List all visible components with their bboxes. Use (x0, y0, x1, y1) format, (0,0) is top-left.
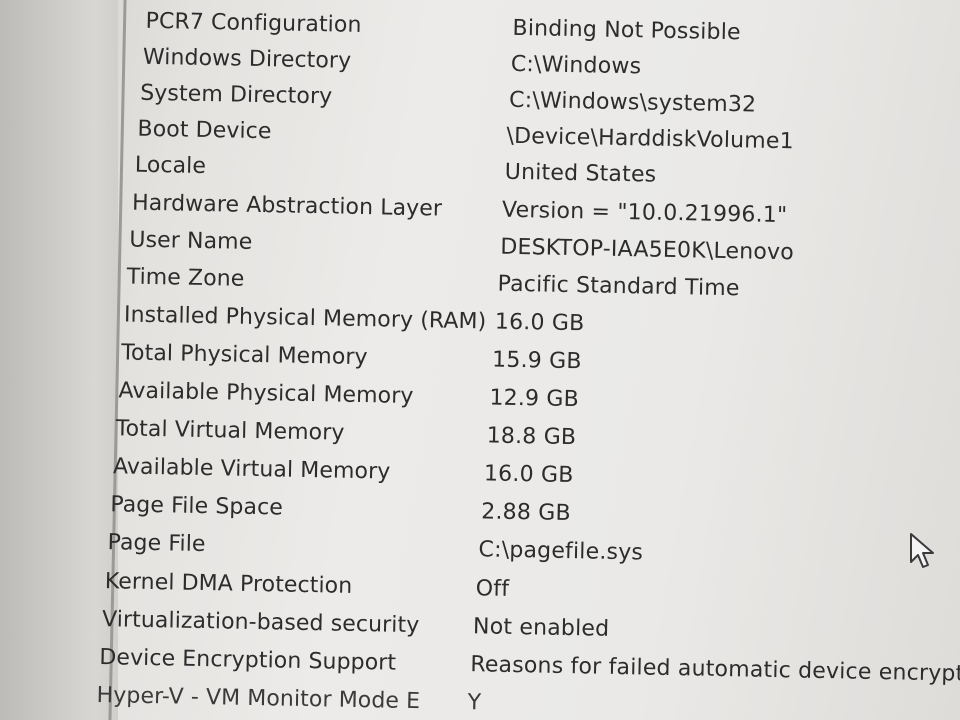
item-value: United States (504, 159, 657, 188)
item-value: DESKTOP-IAA5E0K\Lenovo (500, 234, 795, 266)
item-label: Time Zone (126, 264, 245, 292)
item-value: Version = "10.0.21996.1" (501, 197, 788, 229)
item-label: Virtualization-based security (101, 607, 420, 639)
item-value: \Device\HarddiskVolume1 (506, 123, 795, 155)
mouse-pointer-icon (910, 533, 934, 568)
item-label: Kernel DMA Protection (104, 569, 353, 599)
system-information-window: PCR7 Configuration Binding Not Possible … (0, 0, 960, 720)
item-value: C:\pagefile.sys (478, 537, 644, 566)
item-label: Boot Device (137, 116, 272, 145)
item-label: Page File Space (110, 492, 284, 521)
item-value: Y (467, 690, 482, 716)
item-label: Total Physical Memory (121, 340, 368, 371)
item-value: Off (475, 576, 510, 602)
item-label: Hardware Abstraction Layer (131, 190, 443, 222)
item-value: C:\Windows\system32 (508, 87, 757, 118)
item-value: 2.88 GB (481, 499, 572, 527)
item-value: C:\Windows (510, 51, 642, 80)
item-value: 16.0 GB (483, 461, 574, 489)
item-label: Locale (134, 152, 207, 179)
item-value: 18.8 GB (486, 423, 577, 451)
item-label: User Name (129, 227, 253, 255)
item-value: Binding Not Possible (512, 15, 742, 46)
item-value: 15.9 GB (491, 347, 582, 375)
item-value: 12.9 GB (489, 385, 580, 413)
item-value: Not enabled (472, 614, 610, 642)
item-label: Device Encryption Support (99, 645, 397, 676)
item-label: Windows Directory (142, 44, 352, 74)
item-value: 16.0 GB (494, 309, 585, 337)
item-label: Total Virtual Memory (115, 416, 345, 446)
item-label: PCR7 Configuration (145, 8, 362, 38)
item-label: Page File (107, 530, 206, 558)
item-label: Available Physical Memory (118, 378, 414, 410)
item-label: System Directory (139, 80, 333, 110)
system-summary-list: PCR7 Configuration Binding Not Possible … (0, 0, 960, 720)
item-label: Hyper-V - VM Monitor Mode E (96, 682, 421, 715)
item-label: Available Virtual Memory (112, 454, 391, 485)
item-value: Pacific Standard Time (497, 271, 740, 302)
